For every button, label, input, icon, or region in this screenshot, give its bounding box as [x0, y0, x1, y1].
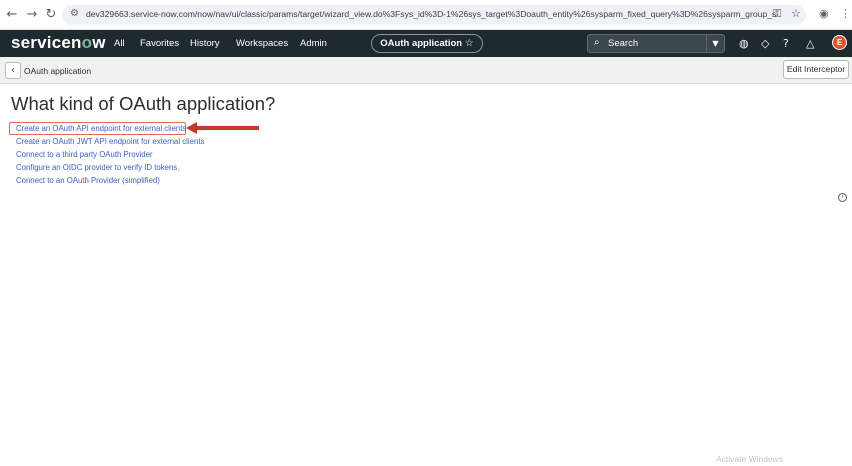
- reload-icon[interactable]: ↻: [43, 7, 59, 23]
- search-placeholder: Search: [608, 38, 639, 49]
- help-icon[interactable]: ?: [783, 37, 789, 50]
- servicenow-logo[interactable]: servicenow: [11, 33, 106, 53]
- back-button[interactable]: ‹: [5, 62, 21, 79]
- profile-icon[interactable]: ◉: [819, 7, 829, 20]
- menu-workspaces[interactable]: Workspaces: [236, 38, 288, 49]
- servicenow-header: servicenow All Favorites History Workspa…: [0, 30, 852, 57]
- option-oauth-provider-simplified[interactable]: Connect to an OAuth Provider (simplified…: [16, 176, 204, 189]
- user-avatar[interactable]: E: [832, 35, 847, 50]
- chat-icon[interactable]: ◇: [761, 37, 769, 50]
- oauth-options-list: Create an OAuth API endpoint for externa…: [16, 124, 204, 189]
- form-header-title: OAuth application: [24, 66, 92, 76]
- option-oauth-api-endpoint[interactable]: Create an OAuth API endpoint for externa…: [16, 124, 204, 137]
- globe-icon[interactable]: ◍: [739, 37, 749, 50]
- menu-history[interactable]: History: [190, 38, 220, 49]
- form-header: ‹ OAuth application Edit Interceptor: [0, 57, 852, 84]
- global-search[interactable]: ⌕ Search ▼: [587, 34, 725, 53]
- menu-admin[interactable]: Admin: [300, 38, 327, 49]
- edit-interceptor-button[interactable]: Edit Interceptor: [783, 60, 849, 79]
- windows-activation-watermark: Activate Windows: [716, 454, 784, 464]
- info-icon[interactable]: i: [838, 193, 847, 202]
- context-pill[interactable]: OAuth application ☆: [371, 34, 483, 53]
- search-scope-dropdown-icon[interactable]: ▼: [706, 35, 724, 52]
- page-title: What kind of OAuth application?: [11, 93, 276, 114]
- address-bar[interactable]: ⚙ dev329663.service-now.com/now/nav/ui/c…: [62, 5, 806, 25]
- option-oidc-provider[interactable]: Configure an OIDC provider to verify ID …: [16, 163, 204, 176]
- site-info-icon[interactable]: ⚙: [70, 8, 79, 19]
- forward-arrow-icon[interactable]: →: [24, 7, 40, 23]
- favorite-star-icon[interactable]: ☆: [465, 38, 474, 49]
- browser-toolbar: ← → ↻ ⚙ dev329663.service-now.com/now/na…: [0, 0, 852, 30]
- red-arrow-annotation: [186, 122, 259, 134]
- search-icon: ⌕: [594, 37, 600, 48]
- password-key-icon[interactable]: ⚿: [773, 7, 781, 21]
- back-arrow-icon[interactable]: ←: [4, 7, 20, 23]
- menu-favorites[interactable]: Favorites: [140, 38, 179, 49]
- context-pill-label: OAuth application: [380, 38, 463, 49]
- notifications-bell-icon[interactable]: △: [806, 37, 814, 50]
- url-text[interactable]: dev329663.service-now.com/now/nav/ui/cla…: [86, 9, 776, 19]
- menu-all[interactable]: All: [114, 38, 125, 49]
- option-oauth-jwt-api-endpoint[interactable]: Create an OAuth JWT API endpoint for ext…: [16, 137, 204, 150]
- bookmark-star-icon[interactable]: ☆: [791, 7, 801, 20]
- browser-menu-icon[interactable]: ⋮: [840, 7, 851, 20]
- option-third-party-oauth-provider[interactable]: Connect to a third party OAuth Provider: [16, 150, 204, 163]
